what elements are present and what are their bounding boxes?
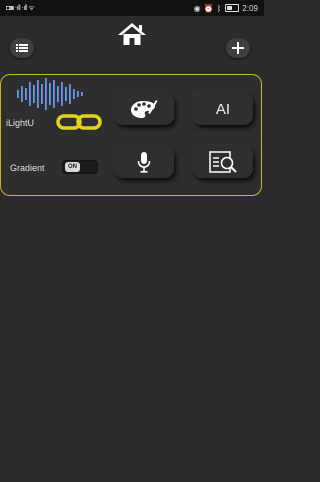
battery-icon xyxy=(225,4,240,12)
ai-button[interactable]: AI xyxy=(193,93,253,125)
status-time: 2:09 xyxy=(242,3,258,13)
microphone-icon xyxy=(137,152,151,173)
alarm-icon: ⏰ xyxy=(203,3,214,13)
home-icon xyxy=(118,23,146,45)
toggle-state: ON xyxy=(65,162,80,172)
microphone-button[interactable] xyxy=(114,146,174,178)
ai-label: AI xyxy=(215,100,231,118)
sound-wave-logo xyxy=(17,78,83,110)
eye-icon: ◉ xyxy=(193,3,201,13)
list-icon xyxy=(16,44,28,52)
status-left: ◘◙ ‧ıll ‧ıll ᯤ xyxy=(6,4,35,13)
device-name: iLightU xyxy=(6,118,35,128)
status-right: ◉ ⏰ ᛒ 2:09 xyxy=(194,4,258,13)
status-bar: ◘◙ ‧ıll ‧ıll ᯤ ◉ ⏰ ᛒ 2:09 xyxy=(0,0,264,16)
palette-icon xyxy=(131,100,158,118)
scan-button[interactable] xyxy=(193,146,253,178)
signal-icons: ◘◙ ‧ıll ‧ıll ᯤ xyxy=(6,4,35,12)
top-bar xyxy=(0,16,264,68)
menu-button[interactable] xyxy=(10,38,34,58)
gradient-toggle[interactable]: ON xyxy=(62,160,98,174)
plus-icon xyxy=(232,42,244,54)
scan-search-icon xyxy=(209,151,237,173)
home-button[interactable] xyxy=(116,20,148,48)
add-button[interactable] xyxy=(226,38,250,58)
gradient-label: Gradient xyxy=(10,163,45,173)
bluetooth-icon: ᛒ xyxy=(216,3,222,13)
color-palette-button[interactable] xyxy=(114,93,174,125)
link-icon[interactable] xyxy=(56,113,102,131)
